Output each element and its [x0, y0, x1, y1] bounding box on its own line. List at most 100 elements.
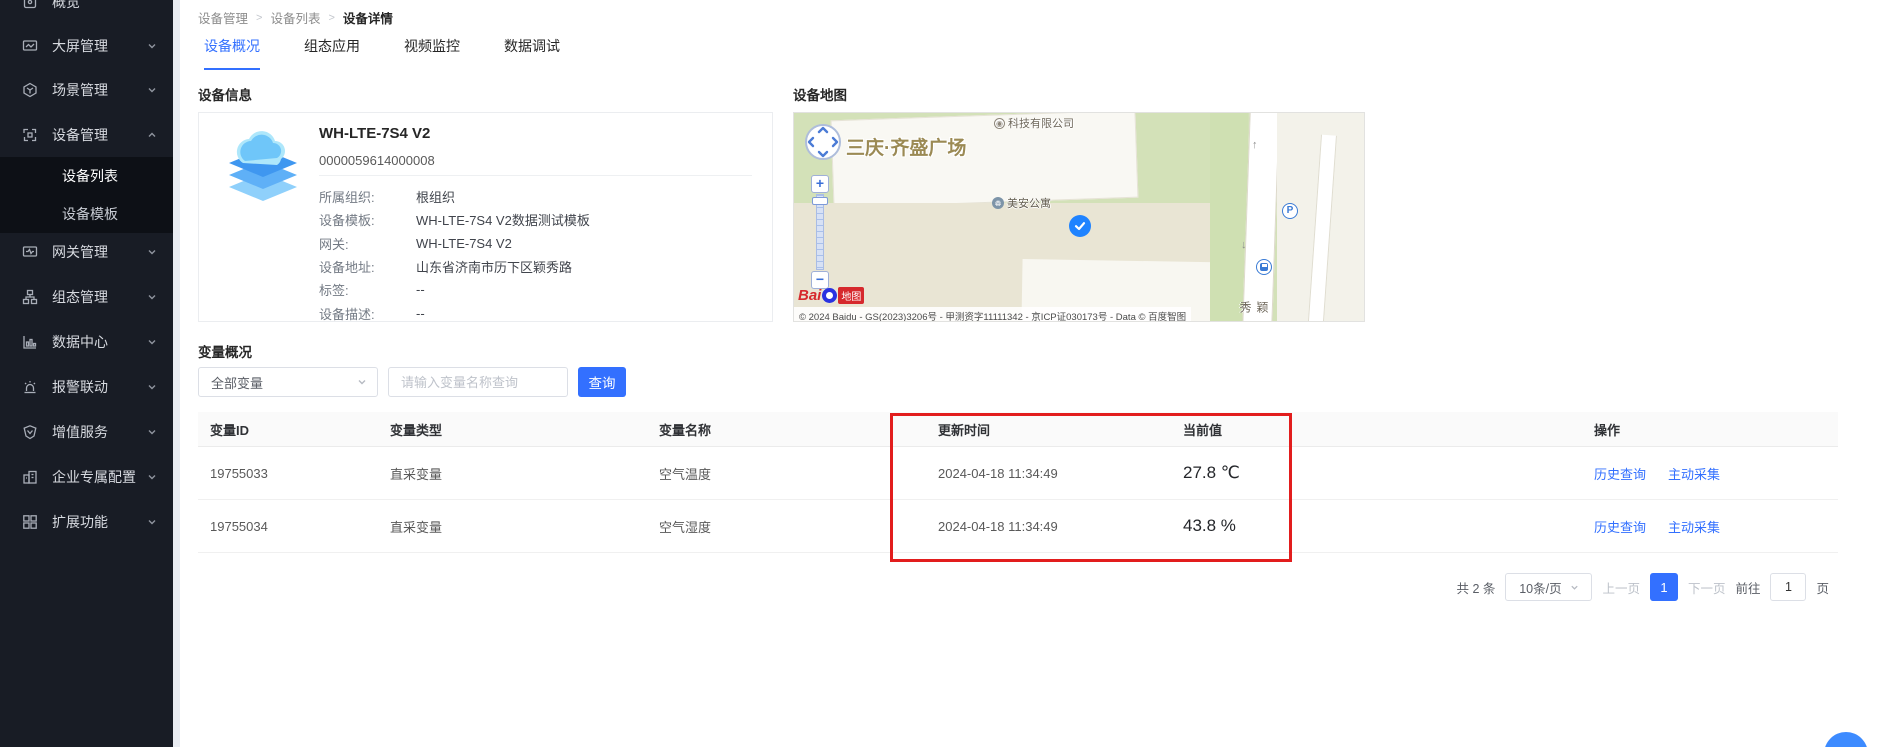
map-green-strip: [1210, 113, 1248, 322]
cell-update-time: 2024-04-18 11:34:49: [938, 500, 1058, 552]
map-copyright: © 2024 Baidu - GS(2023)3206号 - 甲测资字11111…: [794, 307, 1191, 322]
table-row: 19755033 直采变量 空气温度 2024-04-18 11:34:49 2…: [198, 447, 1838, 500]
baidu-logo-text: Bai: [798, 287, 821, 304]
sidebar-item-scene[interactable]: 场景管理: [0, 68, 173, 112]
select-value: 全部变量: [211, 373, 263, 392]
field-label: 标签:: [319, 280, 416, 299]
baidu-map-badge: 地图: [838, 287, 864, 304]
query-button[interactable]: 查询: [578, 367, 626, 397]
variable-search-input[interactable]: [388, 367, 568, 397]
col-header-variable-name: 变量名称: [659, 412, 711, 446]
bigscreen-icon: [22, 38, 38, 54]
device-name: WH-LTE-7S4 V2: [319, 125, 430, 142]
field-value: WH-LTE-7S4 V2: [416, 236, 512, 251]
field-label: 设备模板:: [319, 210, 416, 229]
col-header-update-time: 更新时间: [938, 412, 990, 446]
prev-page-button[interactable]: 上一页: [1602, 578, 1640, 597]
variables-title: 变量概况: [198, 341, 252, 361]
tab-device-overview[interactable]: 设备概况: [204, 36, 260, 70]
field-row: 设备描述:--: [319, 301, 590, 324]
sidebar-item-gateway[interactable]: 网关管理: [0, 230, 173, 274]
tab-video-monitor[interactable]: 视频监控: [404, 36, 460, 70]
col-header-variable-type: 变量类型: [390, 412, 442, 446]
field-row: 设备地址:山东省济南市历下区颖秀路: [319, 255, 590, 278]
field-label: 所属组织:: [319, 187, 416, 206]
map-poi-company: ◉ 科技有限公司: [994, 115, 1074, 131]
extension-icon: [22, 514, 38, 530]
cell-current-value: 43.8 %: [1183, 500, 1236, 552]
history-query-link[interactable]: 历史查询: [1594, 464, 1646, 483]
chevron-down-icon: [147, 247, 157, 257]
goto-prefix: 前往: [1735, 578, 1760, 597]
breadcrumb-item[interactable]: 设备列表: [270, 8, 320, 27]
device-map-title: 设备地图: [793, 84, 847, 104]
map-zoom-slider[interactable]: [816, 194, 824, 270]
field-value: --: [416, 282, 425, 297]
sidebar-item-datacenter[interactable]: 数据中心: [0, 320, 173, 364]
page-size-value: 10条/页: [1519, 578, 1561, 597]
poi-label: 美安公寓: [1007, 195, 1051, 211]
baidu-map[interactable]: ◉ 科技有限公司 三庆·齐盛广场 ⌂ 美安公寓 颖秀 ↑ ↓ P: [793, 112, 1365, 322]
next-page-button[interactable]: 下一页: [1688, 578, 1726, 597]
chevron-down-icon: [147, 427, 157, 437]
cell-variable-name: 空气湿度: [659, 500, 711, 552]
bus-station-icon: [1256, 259, 1272, 275]
sidebar-item-label: 概览: [52, 0, 80, 12]
cell-update-time: 2024-04-18 11:34:49: [938, 447, 1058, 499]
datacenter-icon: [22, 334, 38, 350]
map-zoom-in-button[interactable]: +: [811, 175, 829, 193]
active-collect-link[interactable]: 主动采集: [1668, 517, 1720, 536]
sidebar-item-extension[interactable]: 扩展功能: [0, 500, 173, 544]
chevron-down-icon: [147, 517, 157, 527]
table-header-row: 变量ID 变量类型 变量名称 更新时间 当前值 操作: [198, 412, 1838, 447]
device-location-marker[interactable]: [1069, 215, 1091, 237]
scene-icon: [22, 82, 38, 98]
breadcrumb-item[interactable]: 设备管理: [198, 8, 248, 27]
goto-page-input[interactable]: [1770, 573, 1806, 601]
tab-data-debug[interactable]: 数据调试: [504, 36, 560, 70]
cell-actions: 历史查询 主动采集: [1594, 447, 1742, 499]
page-number-button[interactable]: 1: [1650, 573, 1678, 601]
sidebar-item-vas[interactable]: 增值服务: [0, 410, 173, 454]
sidebar-item-configuration[interactable]: 组态管理: [0, 275, 173, 319]
sidebar-item-label: 设备列表: [62, 166, 118, 186]
pagination-total: 共 2 条: [1457, 578, 1496, 597]
field-row: 标签:--: [319, 278, 590, 301]
tab-configuration-app[interactable]: 组态应用: [304, 36, 360, 70]
chevron-down-icon: [147, 337, 157, 347]
field-label: 网关:: [319, 234, 416, 253]
poi-label: 科技有限公司: [1008, 115, 1074, 131]
sidebar-item-alarm[interactable]: 报警联动: [0, 365, 173, 409]
field-row: 设备模板:WH-LTE-7S4 V2数据测试模板: [319, 208, 590, 231]
field-row: 所属组织:根组织: [319, 185, 590, 208]
map-pan-control[interactable]: [804, 123, 842, 161]
sidebar-item-enterprise[interactable]: 企业专属配置: [0, 455, 173, 499]
sidebar-item-label: 场景管理: [52, 80, 108, 100]
cell-variable-type: 直采变量: [390, 447, 442, 499]
chevron-down-icon: [147, 382, 157, 392]
variable-type-select[interactable]: 全部变量: [198, 367, 378, 397]
map-plaza-block: [831, 112, 1139, 208]
device-illustration-icon: [219, 129, 307, 221]
field-value: 山东省济南市历下区颖秀路: [416, 257, 572, 276]
sidebar-item-device-template[interactable]: 设备模板: [0, 195, 173, 233]
sidebar-item-label: 企业专属配置: [52, 467, 136, 487]
cell-actions: 历史查询 主动采集: [1594, 500, 1742, 552]
sidebar-item-overview[interactable]: 概览: [0, 0, 173, 24]
page-size-select[interactable]: 10条/页: [1505, 573, 1592, 601]
map-poi-apartment: ⌂ 美安公寓: [992, 195, 1051, 211]
sidebar-item-bigscreen[interactable]: 大屏管理: [0, 24, 173, 68]
active-collect-link[interactable]: 主动采集: [1668, 464, 1720, 483]
sidebar-item-device[interactable]: 设备管理: [0, 113, 173, 157]
goto-suffix: 页: [1816, 578, 1829, 597]
field-row: 网关:WH-LTE-7S4 V2: [319, 232, 590, 255]
sidebar-item-device-list[interactable]: 设备列表: [0, 157, 173, 195]
sidebar-item-label: 设备模板: [62, 204, 118, 224]
history-query-link[interactable]: 历史查询: [1594, 517, 1646, 536]
field-label: 设备地址:: [319, 257, 416, 276]
sidebar-item-label: 网关管理: [52, 242, 108, 262]
breadcrumb: 设备管理 > 设备列表 > 设备详情: [198, 8, 393, 27]
breadcrumb-separator: >: [328, 12, 334, 24]
chevron-down-icon: [147, 41, 157, 51]
map-zoom-thumb[interactable]: [812, 197, 828, 205]
